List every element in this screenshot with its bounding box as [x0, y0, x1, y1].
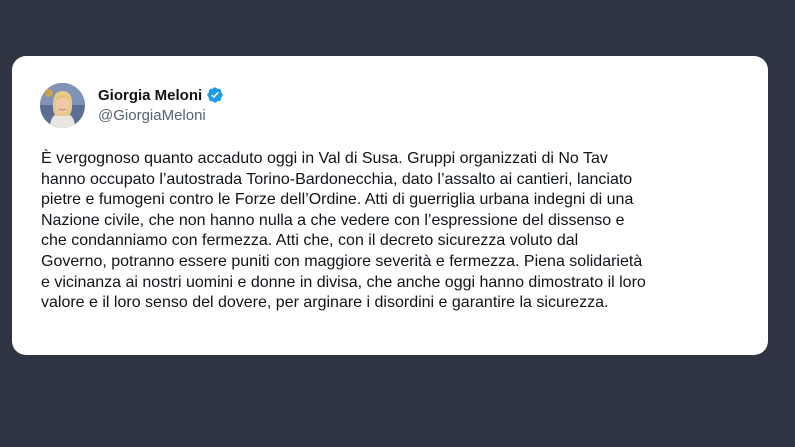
display-name-row: Giorgia Meloni — [98, 86, 224, 105]
tweet-card: Giorgia Meloni @GiorgiaMeloni È vergogno… — [12, 56, 768, 355]
tweet-header: Giorgia Meloni @GiorgiaMeloni — [40, 83, 224, 128]
tweet-text: È vergognoso quanto accaduto oggi in Val… — [41, 150, 646, 312]
author-avatar[interactable] — [40, 83, 85, 128]
author-names: Giorgia Meloni @GiorgiaMeloni — [98, 86, 224, 126]
verified-badge-icon — [206, 86, 224, 104]
author-display-name[interactable]: Giorgia Meloni — [98, 86, 202, 105]
author-handle[interactable]: @GiorgiaMeloni — [98, 106, 224, 126]
avatar-photo-icon — [40, 83, 85, 128]
